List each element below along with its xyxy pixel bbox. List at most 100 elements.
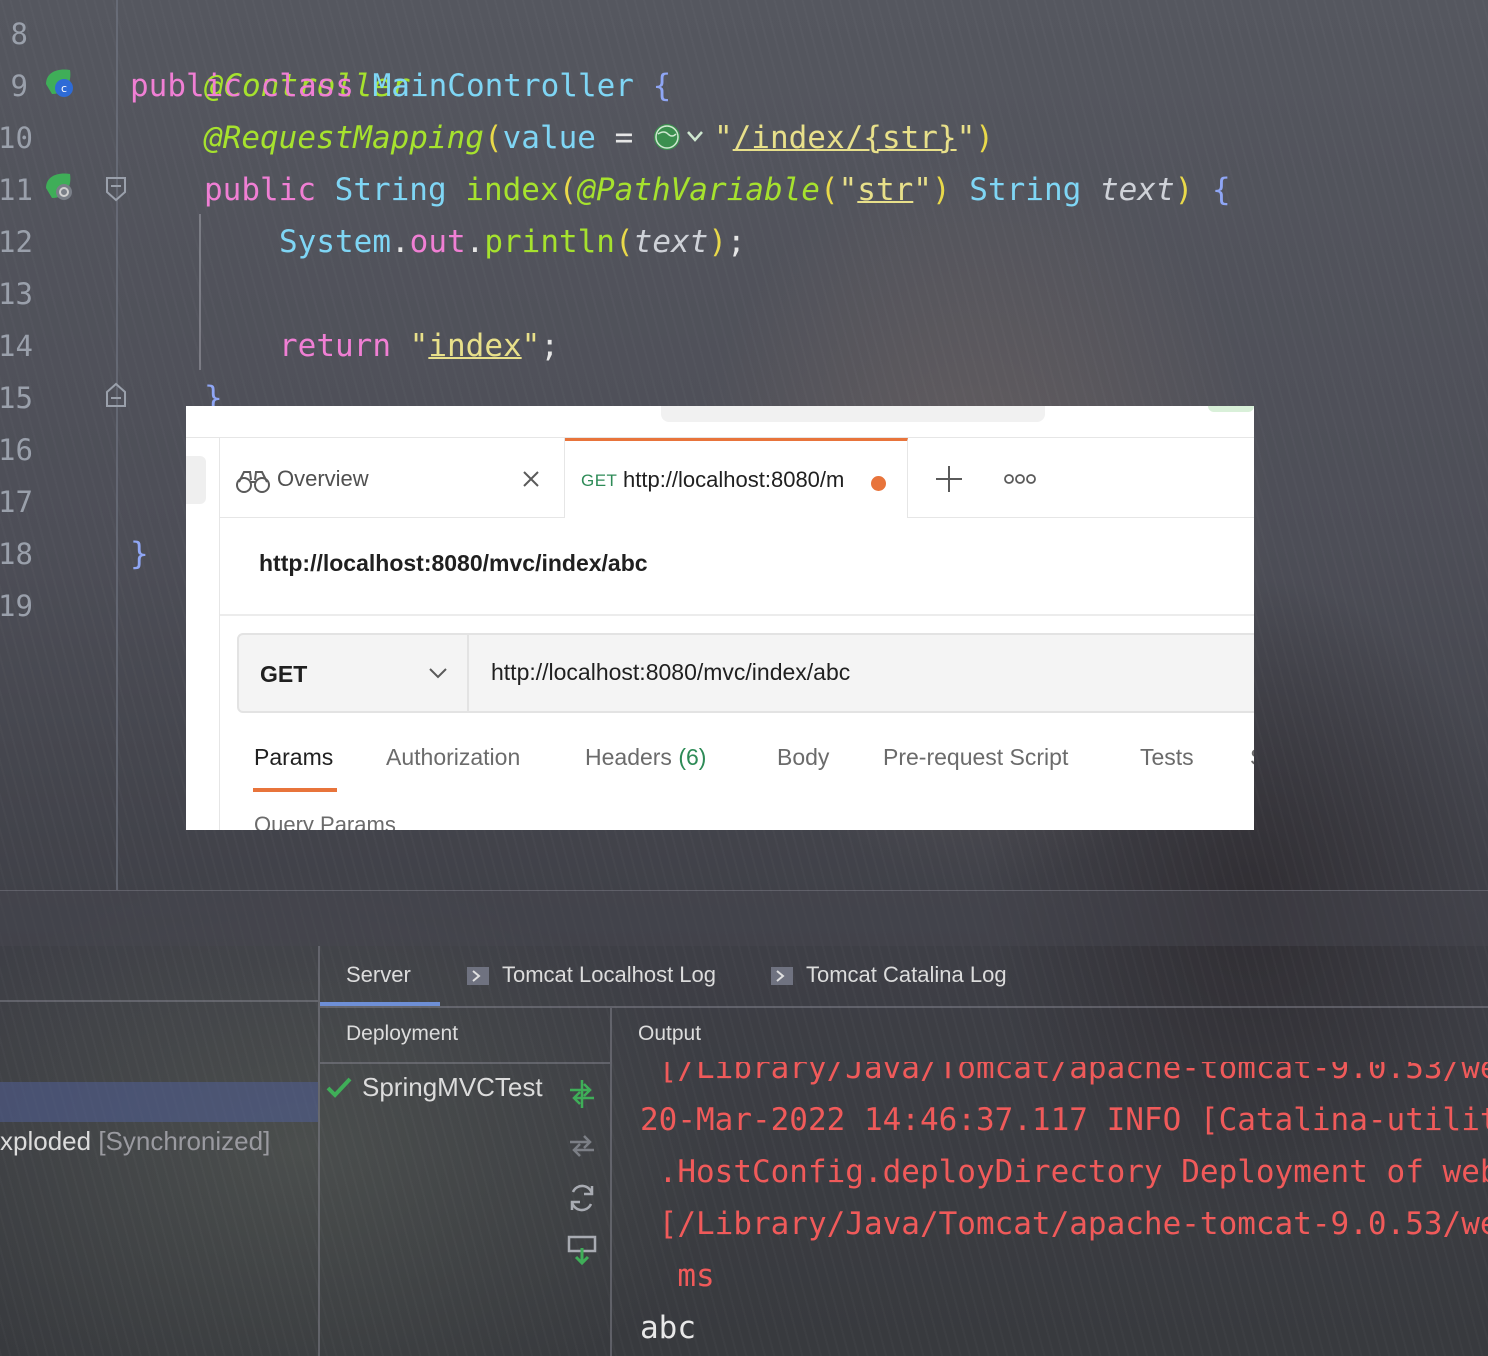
keyword: return xyxy=(279,328,410,364)
tab-headers-label: Headers xyxy=(585,744,672,770)
new-tab-plus-icon[interactable] xyxy=(932,462,966,496)
quote: " xyxy=(713,120,733,156)
services-tool-window: xploded [Synchronized] Server Tomcat Loc… xyxy=(0,890,1488,1356)
tab-request-method: GET xyxy=(581,471,618,490)
log-line: [/Library/Java/Tomcat/apache-tomcat-9.0.… xyxy=(640,1062,1488,1086)
url-input[interactable]: http://localhost:8080/mvc/index/abc xyxy=(491,659,850,686)
line-number: 13 xyxy=(0,277,33,311)
deploy-to-server-icon[interactable] xyxy=(566,1234,598,1266)
paren: ) xyxy=(708,224,727,260)
line-number: 16 xyxy=(0,433,33,467)
brace: } xyxy=(130,536,149,572)
refresh-icon[interactable] xyxy=(566,1182,598,1214)
tab-server[interactable]: Server xyxy=(346,962,411,988)
output-console[interactable]: [/Library/Java/Tomcat/apache-tomcat-9.0.… xyxy=(612,1062,1488,1356)
indent-guide xyxy=(199,214,201,370)
stdout-line: abc xyxy=(640,1310,696,1346)
code-line-9: public class MainController { xyxy=(130,60,671,112)
log-line: 20-Mar-2022 14:46:37.117 INFO [Catalina-… xyxy=(640,1102,1488,1138)
tab-authorization[interactable]: Authorization xyxy=(386,744,520,771)
annotation-request-mapping: @RequestMapping xyxy=(204,120,484,156)
tab-tests[interactable]: Tests xyxy=(1140,744,1194,771)
tab-body[interactable]: Body xyxy=(777,744,829,771)
check-icon xyxy=(326,1077,352,1098)
tab-pre-request-script[interactable]: Pre-request Script xyxy=(883,744,1068,771)
deployment-name: SpringMVCTest xyxy=(362,1072,543,1102)
code-line-11: public String index(@PathVariable("str")… xyxy=(204,164,1231,216)
selected-tree-row[interactable] xyxy=(0,1082,318,1122)
active-tab-indicator xyxy=(253,788,337,792)
attribute-name: value xyxy=(502,120,596,156)
path-var-string[interactable]: str xyxy=(857,172,913,208)
quote: " xyxy=(956,120,976,156)
tab-request[interactable]: GET http://localhost:8080/m xyxy=(565,438,908,518)
gutter-divider xyxy=(116,0,118,890)
code-line-18: } xyxy=(130,528,149,580)
endpoint-gutter-icon[interactable] xyxy=(652,122,714,152)
undeploy-icon[interactable] xyxy=(566,1130,598,1162)
search-bar[interactable] xyxy=(661,406,1045,422)
paren: ) xyxy=(975,120,994,156)
path-string[interactable]: /index/{str} xyxy=(733,120,957,156)
line-number: 9 xyxy=(10,69,28,103)
postman-sidebar xyxy=(186,438,220,830)
line-number: 14 xyxy=(0,329,33,363)
type-name: String xyxy=(969,172,1100,208)
view-name-string[interactable]: index xyxy=(428,328,521,364)
tab-params[interactable]: Params xyxy=(254,744,333,771)
quote: " xyxy=(838,172,858,208)
tab-settings[interactable]: S xyxy=(1250,744,1254,771)
globe-icon[interactable] xyxy=(652,122,714,152)
divider xyxy=(320,1006,1488,1008)
argument: text xyxy=(633,224,709,260)
code-line-12: System.out.println(text); xyxy=(279,216,746,268)
sidebar-toggle[interactable] xyxy=(186,456,206,504)
method-select[interactable]: GET xyxy=(239,635,469,711)
line-number: 12 xyxy=(0,225,33,259)
brace: { xyxy=(1211,172,1231,208)
log-line: [/Library/Java/Tomcat/apache-tomcat-9.0.… xyxy=(640,1206,1488,1242)
line-number: 18 xyxy=(0,537,33,571)
method-name: println xyxy=(484,224,615,260)
headers-count-badge: (6) xyxy=(678,744,707,770)
annotation-path-variable: @PathVariable xyxy=(577,172,820,208)
parameter-name: text xyxy=(1099,172,1175,208)
line-number: 17 xyxy=(0,485,33,519)
keyword: public xyxy=(204,172,335,208)
sync-status: [Synchronized] xyxy=(98,1126,271,1156)
request-title[interactable]: http://localhost:8080/mvc/index/abc xyxy=(259,550,648,577)
tab-tomcat-catalina-log[interactable]: Tomcat Catalina Log xyxy=(806,962,1007,988)
paren: ) xyxy=(1174,172,1212,208)
output-header: Output xyxy=(638,1022,702,1045)
tab-tomcat-localhost-log[interactable]: Tomcat Localhost Log xyxy=(502,962,716,988)
fold-close-icon[interactable] xyxy=(105,382,127,408)
line-number: 10 xyxy=(0,121,33,155)
quote: " xyxy=(409,328,429,364)
line-number: 8 xyxy=(10,17,28,51)
spring-bean-icon[interactable]: c xyxy=(42,66,76,100)
artifact-item[interactable]: xploded [Synchronized] xyxy=(0,1126,270,1157)
log-line: .HostConfig.deployDirectory Deployment o… xyxy=(640,1154,1488,1190)
quote: " xyxy=(913,172,932,208)
binoculars-icon xyxy=(236,471,270,493)
deployment-header: Deployment xyxy=(346,1022,459,1045)
deploy-all-icon[interactable] xyxy=(566,1078,598,1110)
more-options-icon[interactable] xyxy=(1004,470,1036,488)
status-chip xyxy=(1208,406,1254,412)
semicolon: ; xyxy=(726,224,746,260)
close-icon[interactable] xyxy=(520,468,542,490)
tab-headers[interactable]: Headers (6) xyxy=(585,744,706,771)
line-number: 15 xyxy=(0,381,33,415)
fold-open-icon[interactable] xyxy=(105,176,127,202)
log-line: ms xyxy=(640,1258,715,1294)
divider xyxy=(320,1062,610,1064)
postman-tabs: Overview GET http://localhost:8080/m xyxy=(220,438,1254,518)
tab-overview[interactable]: Overview xyxy=(220,438,565,518)
request-mapping-icon[interactable] xyxy=(42,170,76,204)
brace: { xyxy=(633,68,672,104)
keyword: public class xyxy=(130,68,373,104)
tab-overview-label: Overview xyxy=(277,466,369,491)
divider xyxy=(220,614,1254,616)
console-icon xyxy=(771,967,793,985)
paren: ( xyxy=(483,120,503,156)
